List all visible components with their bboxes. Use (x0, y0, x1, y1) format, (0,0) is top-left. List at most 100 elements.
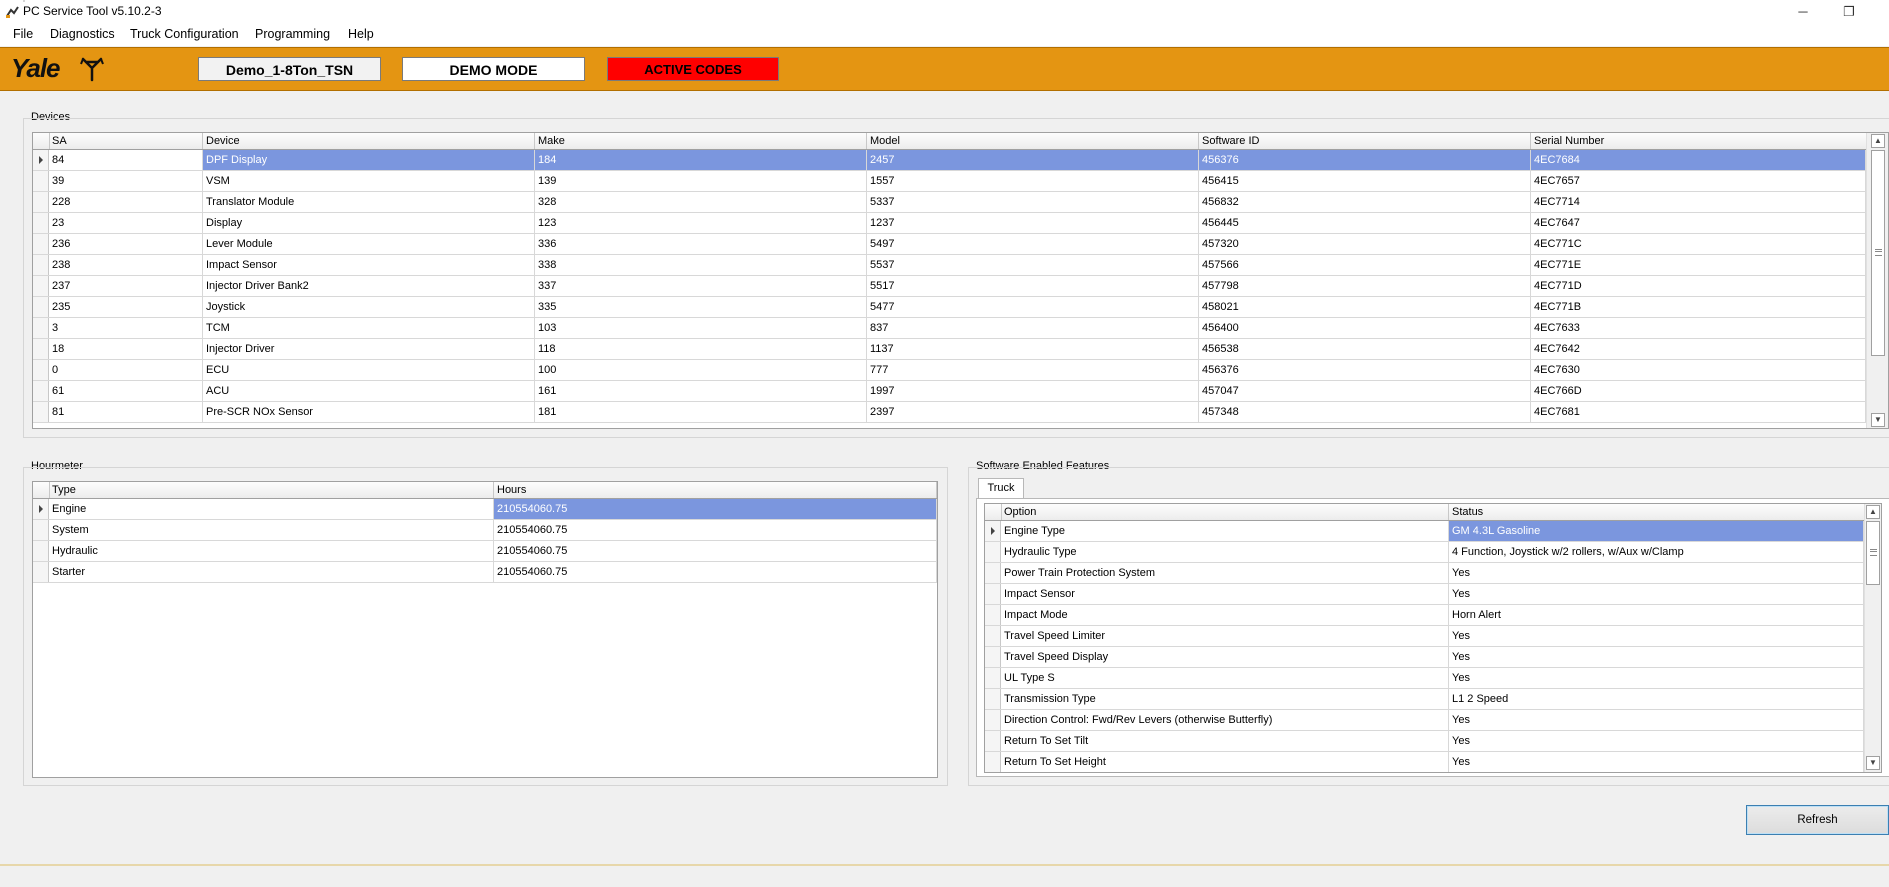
scroll-up-icon[interactable]: ▲ (1871, 134, 1885, 148)
row-header[interactable] (985, 626, 1001, 646)
devices-cell-2[interactable]: 103 (535, 318, 867, 338)
hourmeter-row[interactable]: Hydraulic 210554060.75 (33, 541, 937, 562)
features-scrollbar[interactable]: ▲ ▼ (1864, 504, 1881, 772)
row-header[interactable] (985, 647, 1001, 667)
devices-cell-5[interactable]: 4EC771C (1531, 234, 1866, 254)
row-header[interactable] (985, 731, 1001, 751)
row-header[interactable] (33, 402, 49, 422)
hourmeter-cell-0[interactable]: System (49, 520, 494, 540)
devices-cell-2[interactable]: 118 (535, 339, 867, 359)
devices-cell-3[interactable]: 5477 (867, 297, 1199, 317)
devices-cell-4[interactable]: 456832 (1199, 192, 1531, 212)
devices-cell-5[interactable]: 4EC7633 (1531, 318, 1866, 338)
devices-cell-4[interactable]: 457320 (1199, 234, 1531, 254)
row-header[interactable] (985, 752, 1001, 772)
devices-cell-1[interactable]: Display (203, 213, 535, 233)
tab-truck[interactable]: Truck (978, 478, 1024, 499)
devices-cell-0[interactable]: 236 (49, 234, 203, 254)
row-selector-arrow-icon[interactable] (33, 150, 49, 170)
row-selector-arrow-icon[interactable] (33, 499, 49, 519)
devices-cell-3[interactable]: 2397 (867, 402, 1199, 422)
features-grid[interactable]: Option Status Engine Type GM 4.3L Gasolin… (984, 503, 1882, 773)
row-header[interactable] (33, 541, 49, 561)
row-header[interactable] (33, 297, 49, 317)
devices-cell-4[interactable]: 456376 (1199, 360, 1531, 380)
devices-cell-4[interactable]: 456538 (1199, 339, 1531, 359)
devices-cell-1[interactable]: DPF Display (203, 150, 535, 170)
row-header[interactable] (985, 563, 1001, 583)
devices-row[interactable]: 3 TCM 103 837 456400 4EC7633 (33, 318, 1866, 339)
features-cell-0[interactable]: Transmission Type (1001, 689, 1449, 709)
features-row[interactable]: Direction Control: Fwd/Rev Levers (other… (985, 710, 1864, 731)
devices-cell-3[interactable]: 2457 (867, 150, 1199, 170)
devices-cell-1[interactable]: Impact Sensor (203, 255, 535, 275)
col-header-make[interactable]: Make (535, 133, 867, 149)
devices-cell-0[interactable]: 238 (49, 255, 203, 275)
hourmeter-row[interactable]: Engine 210554060.75 (33, 499, 937, 520)
features-cell-1[interactable]: Yes (1449, 752, 1864, 772)
scroll-thumb[interactable] (1871, 150, 1885, 356)
devices-cell-5[interactable]: 4EC771E (1531, 255, 1866, 275)
devices-cell-1[interactable]: ACU (203, 381, 535, 401)
features-cell-1[interactable]: 4 Function, Joystick w/2 rollers, w/Aux … (1449, 542, 1864, 562)
row-header[interactable] (33, 234, 49, 254)
devices-cell-0[interactable]: 23 (49, 213, 203, 233)
devices-cell-5[interactable]: 4EC771B (1531, 297, 1866, 317)
devices-cell-3[interactable]: 1237 (867, 213, 1199, 233)
features-cell-0[interactable]: UL Type S (1001, 668, 1449, 688)
refresh-button[interactable]: Refresh (1746, 805, 1889, 835)
row-header[interactable] (985, 668, 1001, 688)
devices-cell-1[interactable]: TCM (203, 318, 535, 338)
devices-cell-0[interactable]: 84 (49, 150, 203, 170)
row-selector-arrow-icon[interactable] (985, 521, 1001, 541)
features-cell-1[interactable]: Yes (1449, 584, 1864, 604)
features-cell-0[interactable]: Travel Speed Limiter (1001, 626, 1449, 646)
features-cell-0[interactable]: Engine Type (1001, 521, 1449, 541)
restore-button[interactable]: ❐ (1826, 0, 1872, 23)
devices-cell-2[interactable]: 328 (535, 192, 867, 212)
devices-cell-3[interactable]: 5517 (867, 276, 1199, 296)
devices-cell-3[interactable]: 1997 (867, 381, 1199, 401)
devices-cell-3[interactable]: 5337 (867, 192, 1199, 212)
devices-cell-0[interactable]: 235 (49, 297, 203, 317)
devices-row[interactable]: 235 Joystick 335 5477 458021 4EC771B (33, 297, 1866, 318)
features-cell-1[interactable]: Yes (1449, 731, 1864, 751)
devices-cell-5[interactable]: 4EC7642 (1531, 339, 1866, 359)
features-row[interactable]: Engine Type GM 4.3L Gasoline (985, 521, 1864, 542)
features-cell-0[interactable]: Return To Set Tilt (1001, 731, 1449, 751)
devices-cell-0[interactable]: 237 (49, 276, 203, 296)
col-header-serial-number[interactable]: Serial Number (1531, 133, 1868, 149)
row-header[interactable] (33, 360, 49, 380)
features-cell-0[interactable]: Return To Set Height (1001, 752, 1449, 772)
devices-cell-2[interactable]: 181 (535, 402, 867, 422)
row-header[interactable] (985, 584, 1001, 604)
devices-cell-5[interactable]: 4EC7714 (1531, 192, 1866, 212)
devices-cell-3[interactable]: 5537 (867, 255, 1199, 275)
features-row[interactable]: Power Train Protection System Yes (985, 563, 1864, 584)
devices-cell-0[interactable]: 0 (49, 360, 203, 380)
features-cell-0[interactable]: Direction Control: Fwd/Rev Levers (other… (1001, 710, 1449, 730)
devices-row[interactable]: 81 Pre-SCR NOx Sensor 181 2397 457348 4EC7681 (33, 402, 1866, 423)
devices-cell-0[interactable]: 39 (49, 171, 203, 191)
col-header-type[interactable]: Type (49, 482, 494, 498)
features-row[interactable]: UL Type S Yes (985, 668, 1864, 689)
hourmeter-cell-1[interactable]: 210554060.75 (494, 520, 937, 540)
hourmeter-cell-0[interactable]: Starter (49, 562, 494, 582)
features-cell-0[interactable]: Impact Mode (1001, 605, 1449, 625)
hourmeter-cell-0[interactable]: Hydraulic (49, 541, 494, 561)
hourmeter-row[interactable]: System 210554060.75 (33, 520, 937, 541)
menu-diagnostics[interactable]: Diagnostics (48, 27, 117, 41)
devices-cell-0[interactable]: 3 (49, 318, 203, 338)
hourmeter-cell-0[interactable]: Engine (49, 499, 494, 519)
scroll-down-icon[interactable]: ▼ (1866, 756, 1880, 770)
devices-cell-4[interactable]: 458021 (1199, 297, 1531, 317)
menu-truck-configuration[interactable]: Truck Configuration (128, 27, 241, 41)
row-header[interactable] (33, 192, 49, 212)
devices-cell-0[interactable]: 61 (49, 381, 203, 401)
menu-programming[interactable]: Programming (253, 27, 332, 41)
minimize-button[interactable]: ─ (1780, 0, 1826, 23)
devices-cell-4[interactable]: 457798 (1199, 276, 1531, 296)
col-header-option[interactable]: Option (1001, 504, 1449, 520)
col-header-status[interactable]: Status (1449, 504, 1865, 520)
scroll-thumb[interactable] (1866, 521, 1880, 585)
